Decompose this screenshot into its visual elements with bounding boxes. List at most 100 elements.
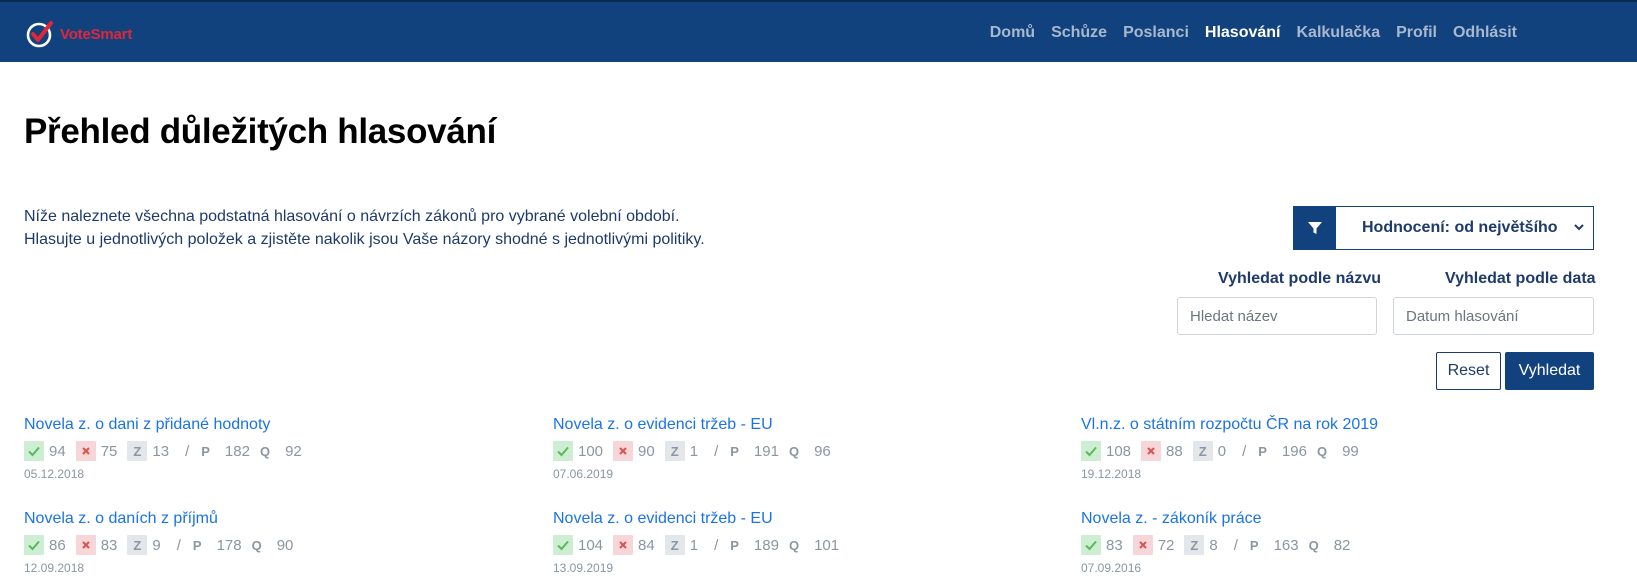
vote-item: Novela z. - zákoník práce 83 72 Z 8 / P 163 Q 82 0… bbox=[1081, 510, 1581, 587]
nav-item-hlasovani[interactable]: Hlasování bbox=[1205, 24, 1281, 42]
abstain-count: 1 bbox=[689, 536, 699, 554]
quorum-label: Q bbox=[788, 537, 800, 553]
quorum-label: Q bbox=[1316, 443, 1328, 459]
search-name-input[interactable]: Hledat název bbox=[1177, 297, 1377, 335]
intro-line-1: Níže naleznete všechna podstatná hlasová… bbox=[24, 208, 680, 225]
search-button[interactable]: Vyhledat bbox=[1505, 352, 1594, 390]
abstain-count: 9 bbox=[152, 536, 161, 554]
page-title: Přehled důležitých hlasování bbox=[24, 112, 497, 151]
nav-item-kalkulacka[interactable]: Kalkulačka bbox=[1296, 24, 1380, 42]
yes-count: 108 bbox=[1106, 442, 1132, 460]
sort-select-value[interactable]: Hodnocení: od největšího bbox=[1336, 207, 1593, 249]
chevron-down-icon bbox=[1574, 224, 1584, 231]
quorum-count: 101 bbox=[814, 536, 840, 554]
present-label: P bbox=[201, 443, 210, 459]
top-navbar: VoteSmart Domů Schůze Poslanci Hlasování… bbox=[0, 0, 1637, 62]
quorum-label: Q bbox=[259, 443, 271, 459]
nav-item-profil[interactable]: Profil bbox=[1396, 24, 1437, 42]
vote-title-link[interactable]: Novela z. o daních z příjmů bbox=[24, 510, 524, 530]
cross-icon bbox=[1141, 441, 1162, 461]
vote-date: 19.12.2018 bbox=[1081, 467, 1142, 481]
brand-link[interactable]: VoteSmart bbox=[24, 17, 132, 51]
abstain-count: 13 bbox=[152, 442, 170, 460]
cross-icon bbox=[1132, 535, 1153, 555]
vote-date: 13.09.2019 bbox=[553, 561, 614, 575]
reset-button[interactable]: Reset bbox=[1436, 352, 1501, 390]
cross-icon bbox=[613, 535, 634, 555]
no-count: 84 bbox=[638, 536, 655, 554]
quorum-label: Q bbox=[1308, 537, 1319, 553]
check-icon bbox=[553, 441, 573, 461]
abstain-count: 1 bbox=[689, 442, 699, 460]
sort-selected-label: Hodnocení: od největšího bbox=[1362, 219, 1558, 236]
quorum-count: 82 bbox=[1333, 536, 1351, 554]
quorum-count: 92 bbox=[285, 442, 302, 460]
present-count: 189 bbox=[753, 536, 779, 554]
check-icon bbox=[553, 535, 573, 555]
present-count: 178 bbox=[216, 536, 242, 554]
abstain-badge: Z bbox=[664, 441, 685, 461]
present-count: 196 bbox=[1281, 442, 1307, 460]
stats-separator: / bbox=[1242, 442, 1247, 460]
sort-select[interactable]: Hodnocení: od největšího bbox=[1293, 206, 1594, 250]
vote-stats: 94 75 Z 13 / P 182 Q 92 bbox=[24, 441, 524, 461]
nav-item-domu[interactable]: Domů bbox=[990, 24, 1035, 42]
vote-date: 12.09.2018 bbox=[24, 561, 85, 575]
funnel-icon bbox=[1294, 207, 1336, 249]
vote-stats: 83 72 Z 8 / P 163 Q 82 bbox=[1081, 535, 1581, 555]
quorum-label: Q bbox=[788, 443, 800, 459]
vote-title-link[interactable]: Novela z. o evidenci tržeb - EU bbox=[553, 510, 1053, 530]
brand-name: VoteSmart bbox=[60, 25, 133, 43]
vote-date: 07.09.2016 bbox=[1081, 561, 1142, 575]
abstain-count: 8 bbox=[1209, 536, 1218, 554]
stats-separator: / bbox=[714, 442, 719, 460]
no-count: 72 bbox=[1157, 536, 1175, 554]
cross-icon bbox=[75, 441, 96, 461]
stats-separator: / bbox=[176, 536, 181, 554]
abstain-badge: Z bbox=[664, 535, 685, 555]
vote-title-link[interactable]: Novela z. - zákoník práce bbox=[1081, 510, 1581, 530]
vote-date: 07.06.2019 bbox=[553, 467, 614, 481]
abstain-badge: Z bbox=[1184, 535, 1205, 555]
present-label: P bbox=[192, 537, 202, 553]
stats-separator: / bbox=[714, 536, 719, 554]
check-icon bbox=[1081, 535, 1101, 555]
present-label: P bbox=[1249, 537, 1259, 553]
nav-item-odhlasit[interactable]: Odhlásit bbox=[1453, 24, 1517, 42]
search-name-label: Vyhledat podle názvu bbox=[1218, 270, 1381, 287]
no-count: 75 bbox=[100, 442, 118, 460]
logo-check-icon bbox=[26, 21, 53, 48]
check-icon bbox=[24, 535, 44, 555]
yes-count: 83 bbox=[1106, 536, 1123, 554]
nav-item-poslanci[interactable]: Poslanci bbox=[1123, 24, 1189, 42]
stats-separator: / bbox=[185, 442, 190, 460]
quorum-count: 90 bbox=[276, 536, 294, 554]
quorum-count: 96 bbox=[814, 442, 831, 460]
present-label: P bbox=[730, 443, 739, 459]
vote-title-link[interactable]: Novela z. o dani z přidané hodnoty bbox=[24, 416, 524, 436]
vote-date: 05.12.2018 bbox=[24, 467, 85, 481]
quorum-count: 99 bbox=[1342, 442, 1359, 460]
vote-item: Novela z. o evidenci tržeb - EU 104 84 Z 1 / P… bbox=[553, 510, 1053, 587]
vote-title-link[interactable]: Novela z. o evidenci tržeb - EU bbox=[553, 416, 1053, 436]
cross-icon bbox=[75, 535, 96, 555]
yes-count: 94 bbox=[49, 442, 66, 460]
vote-title-link[interactable]: Vl.n.z. o státním rozpočtu ČR na rok 201… bbox=[1081, 416, 1581, 436]
vote-item: Novela z. o dani z přidané hodnoty 94 75 Z 1… bbox=[24, 416, 524, 498]
yes-count: 104 bbox=[578, 536, 604, 554]
cross-icon bbox=[613, 441, 634, 461]
vote-item: Vl.n.z. o státním rozpočtu ČR na rok 201… bbox=[1081, 416, 1581, 498]
nav-item-schuze[interactable]: Schůze bbox=[1051, 24, 1107, 42]
present-count: 191 bbox=[753, 442, 779, 460]
check-icon bbox=[24, 441, 44, 461]
search-date-label: Vyhledat podle data bbox=[1445, 270, 1596, 287]
abstain-badge: Z bbox=[1192, 441, 1213, 461]
no-count: 83 bbox=[100, 536, 118, 554]
search-date-input[interactable]: Datum hlasování bbox=[1393, 297, 1594, 335]
check-icon bbox=[1081, 441, 1101, 461]
abstain-count: 0 bbox=[1217, 442, 1227, 460]
vote-stats: 108 88 Z 0 / P 196 Q 99 bbox=[1081, 441, 1581, 461]
main-nav: Domů Schůze Poslanci Hlasování Kalkulačk… bbox=[974, 2, 1517, 64]
present-label: P bbox=[730, 537, 739, 553]
stats-separator: / bbox=[1233, 536, 1238, 554]
